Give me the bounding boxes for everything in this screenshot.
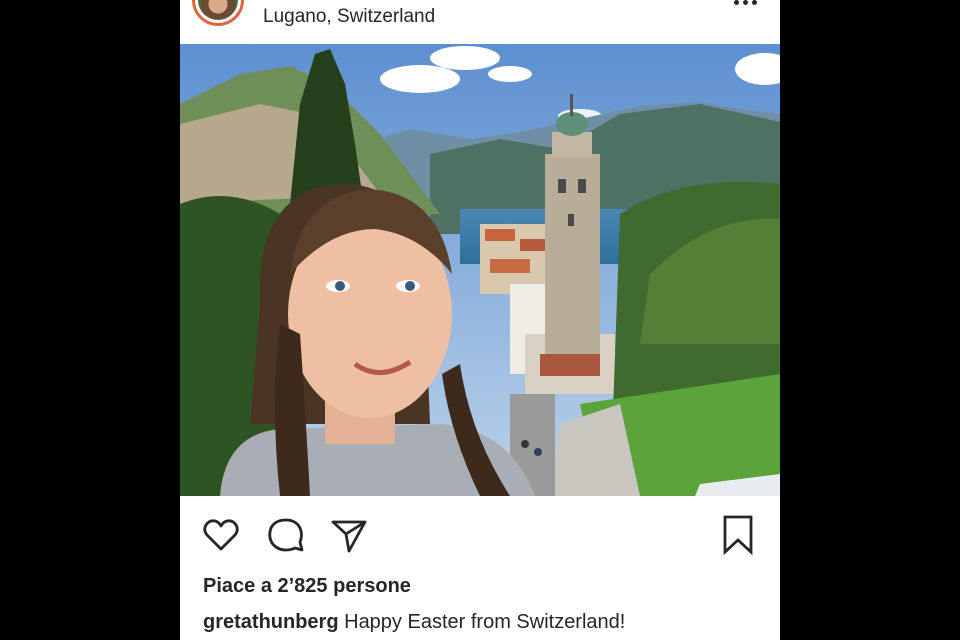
post-actions [180,496,780,566]
likes-count[interactable]: Piace a 2’825 persone [203,575,411,598]
heart-icon[interactable] [200,514,242,556]
bookmark-icon[interactable] [717,514,759,556]
instagram-post: Lugano, Switzerland Piace a 2’825 person… [180,0,780,640]
post-caption: gretathunberg Happy Easter from Switzerl… [203,611,625,634]
caption-text: Happy Easter from Switzerland! [338,611,626,633]
avatar[interactable] [192,0,244,26]
post-location[interactable]: Lugano, Switzerland [263,6,435,28]
caption-username[interactable]: gretathunberg [203,611,339,633]
paper-plane-icon[interactable] [328,514,370,556]
more-options-icon[interactable] [734,0,758,8]
comment-icon[interactable] [265,514,307,556]
post-header: Lugano, Switzerland [180,0,780,44]
post-photo[interactable] [180,44,780,496]
